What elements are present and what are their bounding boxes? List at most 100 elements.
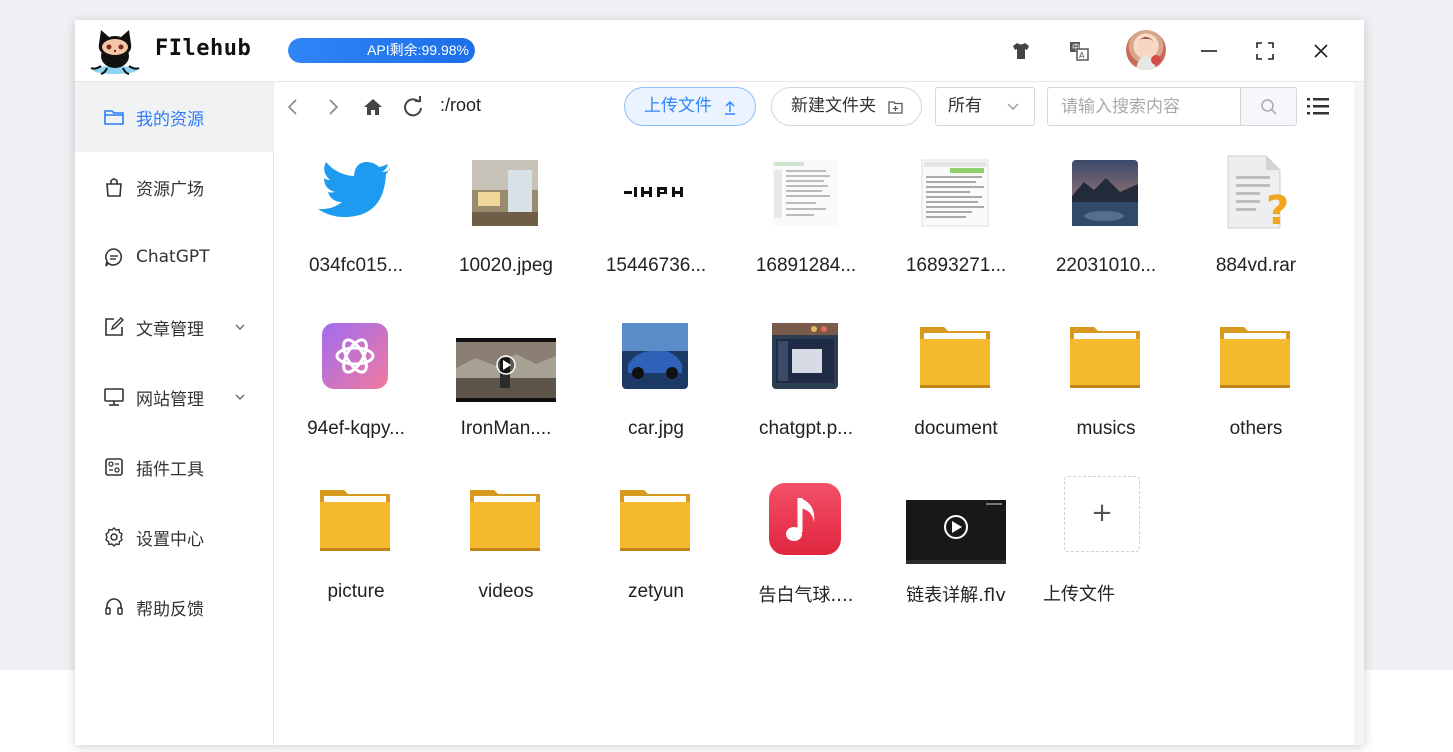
svg-text:?: ? — [1266, 188, 1289, 234]
upload-drop-zone[interactable]: + — [1064, 476, 1140, 552]
file-type-filter[interactable]: 所有 — [935, 87, 1035, 126]
folder-plus-icon — [888, 101, 903, 114]
openai-logo-icon — [322, 323, 388, 389]
twitter-bird-icon — [318, 162, 390, 217]
forward-icon[interactable] — [322, 96, 344, 118]
sidebar-item-resource-square[interactable]: 资源广场 — [75, 152, 274, 222]
folder-icon — [1070, 327, 1140, 388]
folder-icon — [920, 327, 990, 388]
file-tile[interactable]: 034fc015... — [281, 142, 431, 292]
translate-icon[interactable]: 中 A — [1068, 40, 1090, 62]
folder-tile[interactable]: zetyun — [581, 468, 731, 618]
sidebar-item-help-feedback[interactable]: 帮助反馈 — [75, 572, 274, 642]
upload-arrow-icon — [725, 101, 735, 115]
file-tile[interactable]: 16893271... — [881, 142, 1031, 292]
sidebar-item-label: 资源广场 — [136, 179, 204, 200]
close-icon[interactable] — [1309, 39, 1333, 63]
image-thumbnail — [772, 160, 838, 226]
folder-tile[interactable]: others — [1181, 305, 1331, 455]
sidebar-item-settings[interactable]: 设置中心 — [75, 502, 274, 572]
file-tile[interactable]: 告白气球.... — [731, 468, 881, 618]
file-tile[interactable]: chatgpt.p... — [731, 305, 881, 455]
sidebar-item-plugin-tools[interactable]: 插件工具 — [75, 432, 274, 502]
chevron-down-icon[interactable] — [233, 390, 247, 404]
sidebar-item-label: 插件工具 — [136, 459, 204, 480]
plus-icon: + — [1091, 498, 1113, 528]
video-thumbnail — [906, 500, 1006, 564]
monitor-icon — [104, 388, 124, 406]
file-tile[interactable]: 94ef-kqpy... — [281, 305, 431, 455]
edit-icon — [105, 317, 124, 336]
search-input[interactable] — [1048, 88, 1240, 125]
sidebar-item-label: 网站管理 — [136, 389, 204, 410]
file-name: 16893271... — [905, 255, 1007, 276]
folder-name: picture — [327, 581, 385, 602]
folder-icon — [104, 110, 124, 125]
image-thumbnail — [1072, 160, 1138, 226]
sidebar-item-my-resources[interactable]: 我的资源 — [75, 82, 274, 152]
file-tile[interactable]: 16891284... — [731, 142, 881, 292]
folder-tile[interactable]: musics — [1031, 305, 1181, 455]
folder-icon — [1220, 327, 1290, 388]
search-box — [1047, 87, 1297, 126]
minimize-icon[interactable] — [1197, 39, 1221, 63]
folder-name: zetyun — [628, 581, 684, 602]
app-window: FIlehub API剩余:99.98% 中 A 我的资源 资源广场 ChatG… — [75, 20, 1364, 745]
sidebar-item-site-management[interactable]: 网站管理 — [75, 362, 274, 432]
file-name: 10020.jpeg — [458, 255, 554, 276]
scrollbar[interactable] — [1354, 82, 1364, 745]
sidebar-item-chatgpt[interactable]: ChatGPT — [75, 222, 274, 292]
folder-tile[interactable]: videos — [431, 468, 581, 618]
search-button[interactable] — [1240, 88, 1296, 125]
current-path: :/root — [440, 95, 482, 115]
fullscreen-icon[interactable] — [1253, 39, 1277, 63]
upload-tile-label: 上传文件 — [1043, 584, 1115, 605]
upload-button[interactable]: 上传文件 — [624, 87, 756, 126]
plugin-icon — [105, 458, 123, 476]
app-name: FIlehub — [155, 36, 252, 61]
file-tile[interactable]: car.jpg — [581, 305, 731, 455]
refresh-icon[interactable] — [402, 96, 424, 118]
folder-icon — [470, 490, 540, 551]
file-name: 16891284... — [755, 255, 857, 276]
file-name: chatgpt.p... — [758, 418, 853, 439]
svg-text:A: A — [1079, 51, 1085, 60]
sidebar: 我的资源 资源广场 ChatGPT 文章管理 网站管理 插件工具 设置中心 帮助… — [75, 82, 274, 745]
bag-icon — [106, 178, 122, 197]
file-name: car.jpg — [628, 418, 684, 439]
image-thumbnail — [472, 160, 538, 226]
filter-selected-value: 所有 — [948, 96, 982, 116]
list-view-icon[interactable] — [1306, 95, 1330, 117]
sidebar-item-label: 帮助反馈 — [136, 599, 204, 620]
music-note-icon — [769, 483, 841, 555]
file-tile[interactable]: ? 884vd.rar — [1181, 142, 1331, 292]
folder-name: videos — [478, 581, 534, 602]
file-name: IronMan.... — [460, 418, 552, 439]
new-folder-button[interactable]: 新建文件夹 — [771, 87, 922, 126]
back-icon[interactable] — [282, 96, 304, 118]
folder-icon — [620, 490, 690, 551]
avatar[interactable] — [1126, 30, 1166, 70]
folder-name: document — [914, 418, 998, 439]
file-tile[interactable]: IronMan.... — [431, 305, 581, 455]
file-tile[interactable]: 15446736... — [581, 142, 731, 292]
image-thumbnail — [772, 323, 838, 389]
sidebar-item-label: 我的资源 — [136, 109, 204, 130]
file-name: 22031010... — [1055, 255, 1157, 276]
folder-icon — [320, 490, 390, 551]
file-tile[interactable]: 10020.jpeg — [431, 142, 581, 292]
chevron-down-icon[interactable] — [233, 320, 247, 334]
shirt-icon[interactable] — [1010, 40, 1032, 62]
file-grid: 034fc015... 10020.jpeg 15446736... 16891… — [274, 132, 1354, 732]
video-thumbnail — [456, 338, 556, 402]
home-icon[interactable] — [362, 96, 384, 118]
file-tile[interactable]: 22031010... — [1031, 142, 1181, 292]
sidebar-item-article-management[interactable]: 文章管理 — [75, 292, 274, 362]
folder-tile[interactable]: picture — [281, 468, 431, 618]
upload-tile[interactable]: + 上传文件 — [1031, 468, 1181, 618]
file-name: 15446736... — [605, 255, 707, 276]
folder-tile[interactable]: document — [881, 305, 1031, 455]
new-folder-button-label: 新建文件夹 — [791, 96, 876, 116]
search-icon — [1261, 99, 1277, 115]
file-name: 034fc015... — [308, 255, 404, 276]
